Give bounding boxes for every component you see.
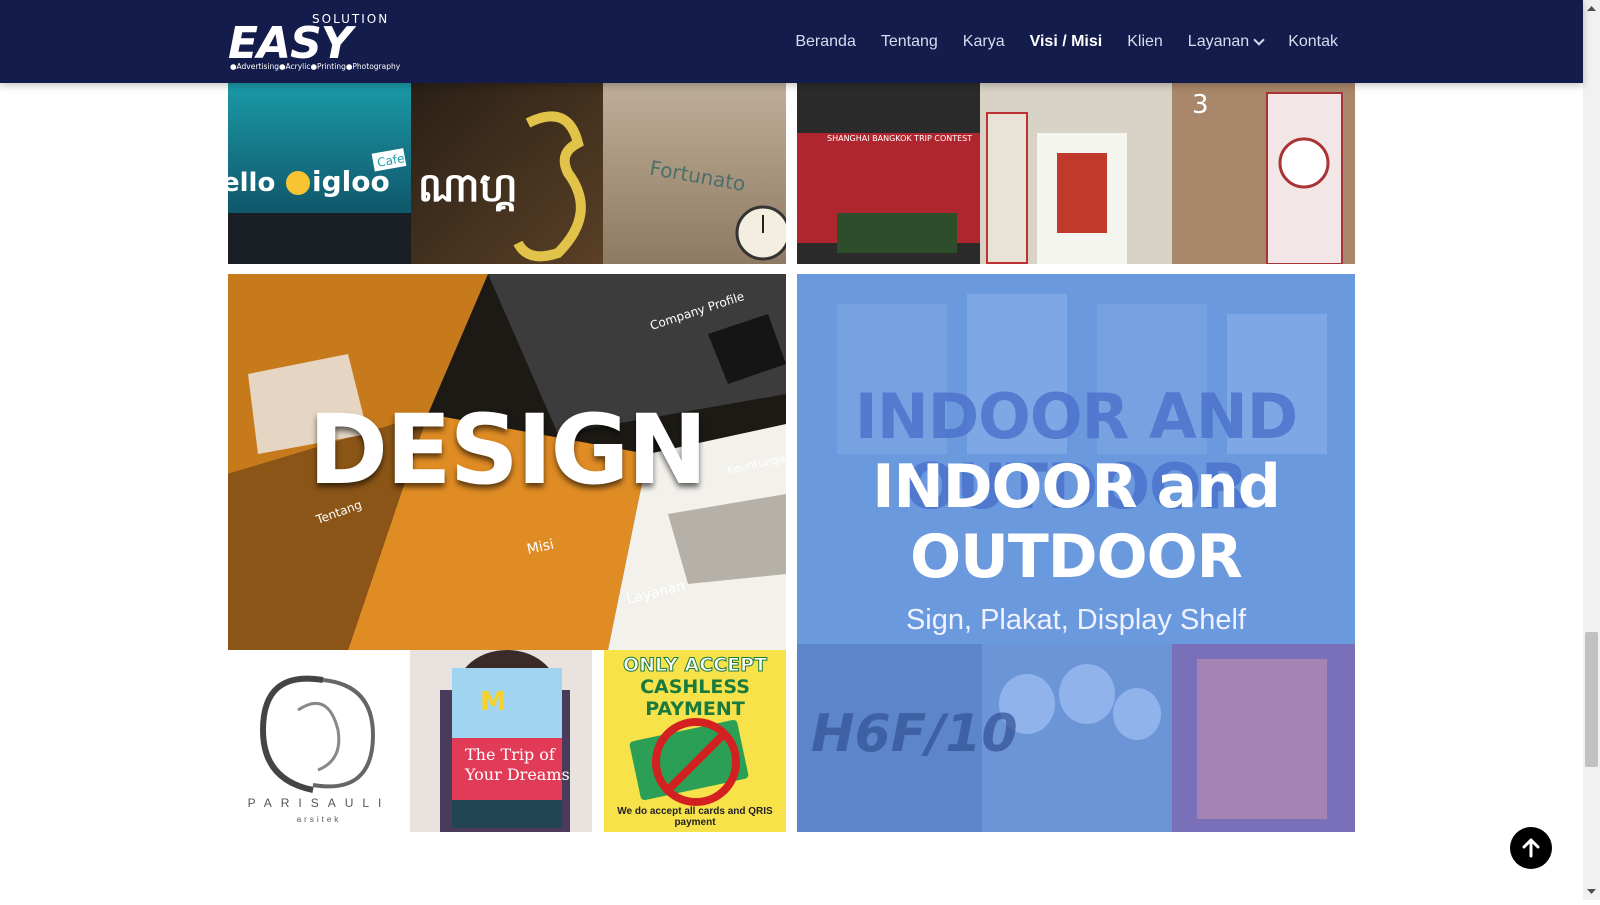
cashless-footer: We do accept all cards and QRIS payment — [617, 806, 773, 828]
room-sign-caption: H6F/10 — [811, 704, 1018, 764]
back-to-top-button[interactable] — [1510, 827, 1552, 869]
nav-item-layanan[interactable]: Layanan — [1187, 32, 1265, 51]
svg-text:SHANGHAI BANGKOK TRIP CONTEST: SHANGHAI BANGKOK TRIP CONTEST — [827, 134, 972, 143]
floor-number: 3 — [1192, 90, 1209, 120]
no-cash-icon — [629, 718, 749, 806]
arrow-up-icon — [1522, 838, 1540, 858]
main-nav: Beranda Tentang Karya Visi / Misi Klien … — [795, 0, 1338, 83]
nav-item-karya[interactable]: Karya — [963, 33, 1005, 51]
logo-tagline: ●Advertising●Acrylic●Printing●Photograph… — [230, 62, 401, 71]
poster-thumb[interactable]: M The Trip of Your Dreams — [410, 650, 592, 832]
indoor-outdoor-subtitle: Sign, Plakat, Display Shelf — [905, 604, 1247, 636]
parisauli-sub: arsitek — [296, 815, 342, 824]
site-logo[interactable]: SOLUTION EASY ●Advertising●Acrylic●Print… — [228, 12, 401, 72]
scroll-down-arrow-icon[interactable] — [1583, 883, 1600, 900]
signage-photos-right: SHANGHAI BANGKOK TRIP CONTEST 3 — [797, 83, 1355, 264]
indoor-outdoor-title-line1: INDOOR and — [872, 452, 1281, 522]
nav-item-kontak[interactable]: Kontak — [1288, 33, 1338, 51]
nav-item-klien[interactable]: Klien — [1127, 33, 1163, 51]
svg-text:M: M — [480, 687, 506, 717]
svg-text:ello: ello — [228, 168, 275, 198]
page-scrollbar[interactable] — [1583, 0, 1600, 900]
design-service-tile[interactable]: Misi Layanan Tentang Keuntungan Company … — [228, 274, 786, 832]
svg-text:The Trip of: The Trip of — [465, 745, 556, 764]
svg-text:ណាហ្គ: ណាហ្គ — [418, 165, 518, 212]
nav-item-beranda[interactable]: Beranda — [795, 33, 856, 51]
signage-gallery-left[interactable]: ello igloo Cafe ណាហ្គ Fortunato — [228, 83, 786, 264]
indoor-outdoor-service-tile[interactable]: INDOOR AND OUTDOOR INDOOR and OUTDOOR Si… — [797, 274, 1355, 832]
indoor-outdoor-title: INDOOR and OUTDOOR — [797, 452, 1355, 592]
signage-gallery-right[interactable]: SHANGHAI BANGKOK TRIP CONTEST 3 — [797, 83, 1355, 264]
chevron-down-icon — [1253, 33, 1265, 46]
scroll-up-arrow-icon[interactable] — [1583, 0, 1600, 17]
parisauli-name: PARISAULI — [247, 796, 391, 810]
scrollbar-thumb[interactable] — [1585, 632, 1598, 767]
site-header: SOLUTION EASY ●Advertising●Acrylic●Print… — [0, 0, 1583, 83]
design-title: DESIGN — [308, 394, 707, 506]
signage-photos-left: ello igloo Cafe ណាហ្គ Fortunato — [228, 83, 786, 264]
nav-item-layanan-label: Layanan — [1187, 32, 1250, 50]
indoor-outdoor-title-line2: OUTDOOR — [910, 522, 1243, 592]
travel-poster-image: M The Trip of Your Dreams — [410, 650, 592, 832]
svg-text:Your Dreams: Your Dreams — [464, 765, 570, 784]
nav-item-tentang[interactable]: Tentang — [881, 33, 938, 51]
logo-main-text: EASY — [228, 18, 353, 69]
cashless-payment-thumb[interactable]: ONLY ACCEPT CASHLESS PAYMENT We do accep… — [604, 650, 786, 832]
parisauli-logo-thumb[interactable]: PARISAULI arsitek — [228, 650, 410, 832]
nav-item-visi-misi[interactable]: Visi / Misi — [1030, 33, 1103, 51]
